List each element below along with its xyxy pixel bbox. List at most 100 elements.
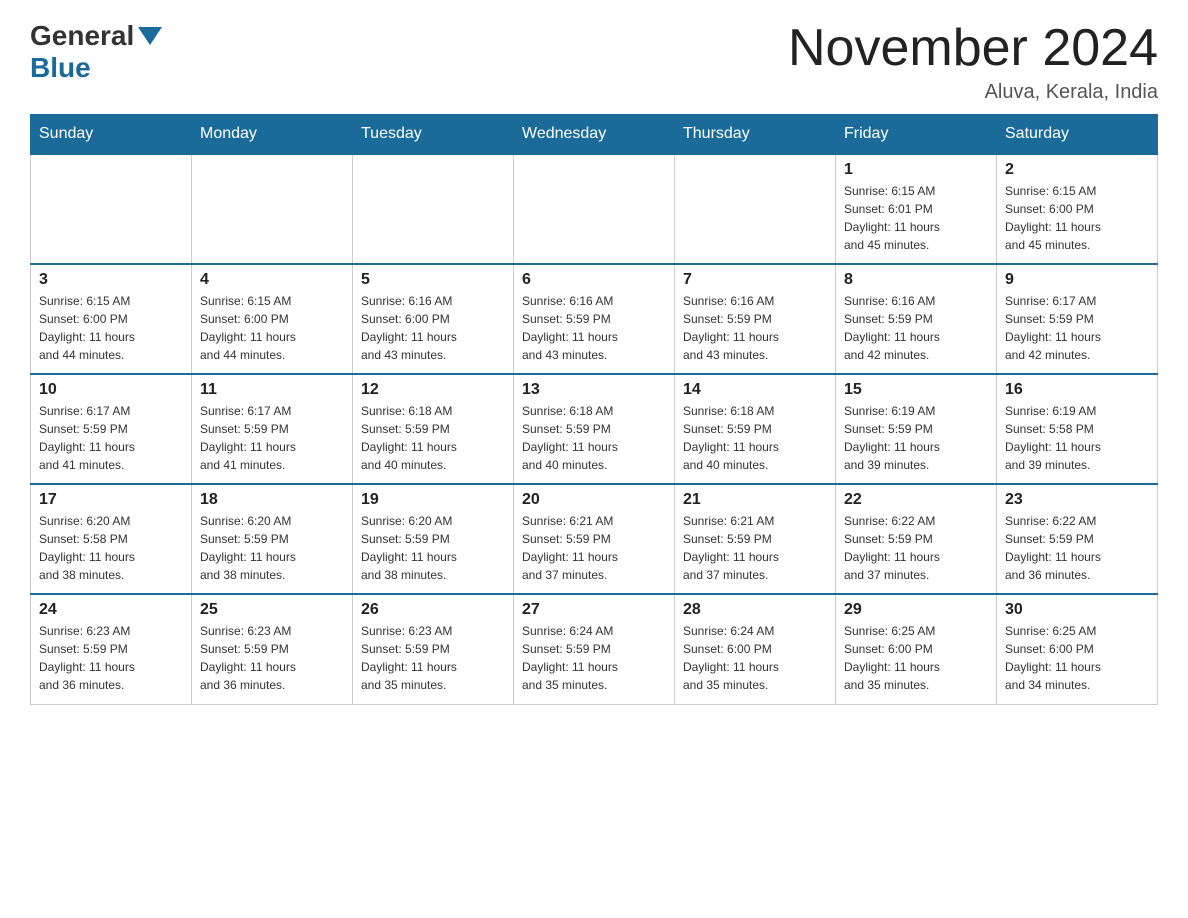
- day-info: Sunrise: 6:16 AM Sunset: 5:59 PM Dayligh…: [522, 292, 666, 364]
- day-number: 4: [200, 271, 344, 289]
- day-number: 23: [1005, 491, 1149, 509]
- calendar-week-2: 3 Sunrise: 6:15 AM Sunset: 6:00 PM Daylig…: [31, 264, 1158, 374]
- day-number: 27: [522, 601, 666, 619]
- calendar-week-5: 24Sunrise: 6:23 AM Sunset: 5:59 PM Dayli…: [31, 594, 1158, 704]
- day-info: Sunrise: 6:15 AM Sunset: 6:01 PM Dayligh…: [844, 182, 988, 254]
- calendar-cell: 24Sunrise: 6:23 AM Sunset: 5:59 PM Dayli…: [31, 594, 192, 704]
- day-info: Sunrise: 6:20 AM Sunset: 5:58 PM Dayligh…: [39, 512, 183, 584]
- day-number: 9: [1005, 271, 1149, 289]
- calendar-cell: 6Sunrise: 6:16 AM Sunset: 5:59 PM Daylig…: [514, 264, 675, 374]
- day-number: 13: [522, 381, 666, 399]
- calendar-cell: 28Sunrise: 6:24 AM Sunset: 6:00 PM Dayli…: [675, 594, 836, 704]
- logo-blue-text: Blue: [30, 52, 91, 84]
- calendar-week-4: 17 Sunrise: 6:20 AM Sunset: 5:58 PM Dayli…: [31, 484, 1158, 594]
- day-info: Sunrise: 6:17 AM Sunset: 5:59 PM Dayligh…: [200, 402, 344, 474]
- day-info: Sunrise: 6:18 AM Sunset: 5:59 PM Dayligh…: [683, 402, 827, 474]
- calendar-header: SundayMondayTuesdayWednesdayThursdayFrid…: [31, 115, 1158, 155]
- day-number: 1: [844, 161, 988, 179]
- logo-arrow-icon: [138, 27, 162, 45]
- day-info: Sunrise: 6:19 AM Sunset: 5:58 PM Dayligh…: [1005, 402, 1149, 474]
- calendar-cell: 17 Sunrise: 6:20 AM Sunset: 5:58 PM Dayli…: [31, 484, 192, 594]
- calendar-cell: 10 Sunrise: 6:17 AM Sunset: 5:59 PM Dayli…: [31, 374, 192, 484]
- calendar-cell: 25Sunrise: 6:23 AM Sunset: 5:59 PM Dayli…: [192, 594, 353, 704]
- title-section: November 2024 Aluva, Kerala, India: [788, 20, 1158, 104]
- logo: General Blue: [30, 20, 162, 84]
- day-info: Sunrise: 6:17 AM Sunset: 5:59 PM Dayligh…: [1005, 292, 1149, 364]
- day-number: 22: [844, 491, 988, 509]
- day-info: Sunrise: 6:16 AM Sunset: 5:59 PM Dayligh…: [844, 292, 988, 364]
- calendar-cell: 1 Sunrise: 6:15 AM Sunset: 6:01 PM Daylig…: [836, 154, 997, 264]
- day-info: Sunrise: 6:19 AM Sunset: 5:59 PM Dayligh…: [844, 402, 988, 474]
- day-info: Sunrise: 6:22 AM Sunset: 5:59 PM Dayligh…: [1005, 512, 1149, 584]
- calendar-cell: 19 Sunrise: 6:20 AM Sunset: 5:59 PM Dayli…: [353, 484, 514, 594]
- day-info: Sunrise: 6:18 AM Sunset: 5:59 PM Dayligh…: [361, 402, 505, 474]
- day-number: 26: [361, 601, 505, 619]
- calendar-cell: [353, 154, 514, 264]
- day-info: Sunrise: 6:15 AM Sunset: 6:00 PM Dayligh…: [1005, 182, 1149, 254]
- calendar-cell: [675, 154, 836, 264]
- weekday-header-friday: Friday: [836, 115, 997, 155]
- day-info: Sunrise: 6:16 AM Sunset: 6:00 PM Dayligh…: [361, 292, 505, 364]
- weekday-header-wednesday: Wednesday: [514, 115, 675, 155]
- day-number: 8: [844, 271, 988, 289]
- day-number: 5: [361, 271, 505, 289]
- page-header: General Blue November 2024 Aluva, Kerala…: [30, 20, 1158, 104]
- location-subtitle: Aluva, Kerala, India: [788, 81, 1158, 104]
- month-title: November 2024: [788, 20, 1158, 77]
- weekday-header-saturday: Saturday: [997, 115, 1158, 155]
- calendar-body: 1 Sunrise: 6:15 AM Sunset: 6:01 PM Daylig…: [31, 154, 1158, 704]
- weekday-header-thursday: Thursday: [675, 115, 836, 155]
- day-info: Sunrise: 6:21 AM Sunset: 5:59 PM Dayligh…: [522, 512, 666, 584]
- day-number: 30: [1005, 601, 1149, 619]
- calendar-cell: 13 Sunrise: 6:18 AM Sunset: 5:59 PM Dayli…: [514, 374, 675, 484]
- day-info: Sunrise: 6:25 AM Sunset: 6:00 PM Dayligh…: [844, 622, 988, 694]
- day-number: 15: [844, 381, 988, 399]
- day-info: Sunrise: 6:20 AM Sunset: 5:59 PM Dayligh…: [361, 512, 505, 584]
- calendar-cell: 18 Sunrise: 6:20 AM Sunset: 5:59 PM Dayli…: [192, 484, 353, 594]
- day-info: Sunrise: 6:18 AM Sunset: 5:59 PM Dayligh…: [522, 402, 666, 474]
- day-number: 16: [1005, 381, 1149, 399]
- weekday-header-sunday: Sunday: [31, 115, 192, 155]
- day-number: 12: [361, 381, 505, 399]
- calendar-cell: 7 Sunrise: 6:16 AM Sunset: 5:59 PM Daylig…: [675, 264, 836, 374]
- day-info: Sunrise: 6:20 AM Sunset: 5:59 PM Dayligh…: [200, 512, 344, 584]
- calendar-cell: 23 Sunrise: 6:22 AM Sunset: 5:59 PM Dayli…: [997, 484, 1158, 594]
- day-number: 10: [39, 381, 183, 399]
- day-number: 14: [683, 381, 827, 399]
- day-info: Sunrise: 6:24 AM Sunset: 6:00 PM Dayligh…: [683, 622, 827, 694]
- day-number: 20: [522, 491, 666, 509]
- calendar-cell: 20 Sunrise: 6:21 AM Sunset: 5:59 PM Dayli…: [514, 484, 675, 594]
- weekday-header-tuesday: Tuesday: [353, 115, 514, 155]
- day-info: Sunrise: 6:22 AM Sunset: 5:59 PM Dayligh…: [844, 512, 988, 584]
- calendar-table: SundayMondayTuesdayWednesdayThursdayFrid…: [30, 114, 1158, 705]
- calendar-cell: 4 Sunrise: 6:15 AM Sunset: 6:00 PM Daylig…: [192, 264, 353, 374]
- calendar-cell: 8 Sunrise: 6:16 AM Sunset: 5:59 PM Daylig…: [836, 264, 997, 374]
- day-info: Sunrise: 6:23 AM Sunset: 5:59 PM Dayligh…: [39, 622, 183, 694]
- calendar-cell: 15 Sunrise: 6:19 AM Sunset: 5:59 PM Dayli…: [836, 374, 997, 484]
- calendar-cell: 9 Sunrise: 6:17 AM Sunset: 5:59 PM Daylig…: [997, 264, 1158, 374]
- day-info: Sunrise: 6:15 AM Sunset: 6:00 PM Dayligh…: [200, 292, 344, 364]
- day-number: 11: [200, 381, 344, 399]
- calendar-cell: 12 Sunrise: 6:18 AM Sunset: 5:59 PM Dayli…: [353, 374, 514, 484]
- day-number: 21: [683, 491, 827, 509]
- day-number: 18: [200, 491, 344, 509]
- day-info: Sunrise: 6:25 AM Sunset: 6:00 PM Dayligh…: [1005, 622, 1149, 694]
- day-info: Sunrise: 6:23 AM Sunset: 5:59 PM Dayligh…: [200, 622, 344, 694]
- day-number: 17: [39, 491, 183, 509]
- day-number: 7: [683, 271, 827, 289]
- calendar-cell: [514, 154, 675, 264]
- calendar-cell: 14 Sunrise: 6:18 AM Sunset: 5:59 PM Dayli…: [675, 374, 836, 484]
- calendar-cell: 3 Sunrise: 6:15 AM Sunset: 6:00 PM Daylig…: [31, 264, 192, 374]
- day-info: Sunrise: 6:15 AM Sunset: 6:00 PM Dayligh…: [39, 292, 183, 364]
- logo-general-text: General: [30, 20, 134, 52]
- weekday-header-row: SundayMondayTuesdayWednesdayThursdayFrid…: [31, 115, 1158, 155]
- calendar-cell: 26Sunrise: 6:23 AM Sunset: 5:59 PM Dayli…: [353, 594, 514, 704]
- day-info: Sunrise: 6:17 AM Sunset: 5:59 PM Dayligh…: [39, 402, 183, 474]
- day-info: Sunrise: 6:24 AM Sunset: 5:59 PM Dayligh…: [522, 622, 666, 694]
- day-number: 19: [361, 491, 505, 509]
- day-number: 3: [39, 271, 183, 289]
- calendar-cell: 30 Sunrise: 6:25 AM Sunset: 6:00 PM Dayli…: [997, 594, 1158, 704]
- day-number: 2: [1005, 161, 1149, 179]
- calendar-cell: 22 Sunrise: 6:22 AM Sunset: 5:59 PM Dayli…: [836, 484, 997, 594]
- day-info: Sunrise: 6:16 AM Sunset: 5:59 PM Dayligh…: [683, 292, 827, 364]
